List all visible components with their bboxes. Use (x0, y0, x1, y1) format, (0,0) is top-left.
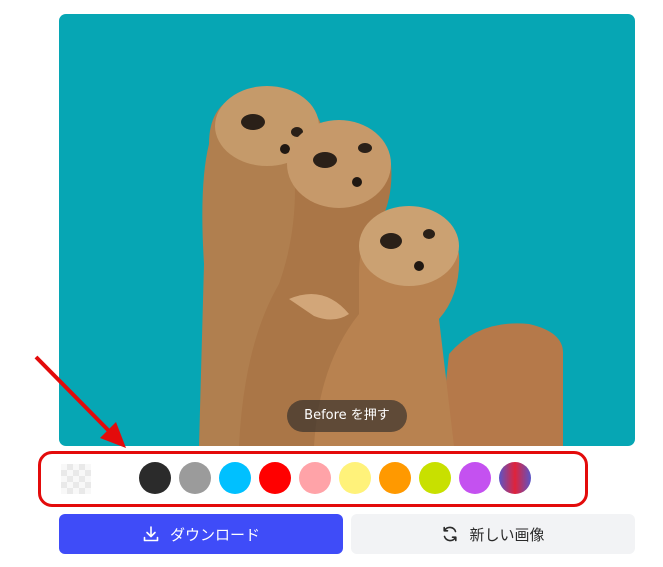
download-label: ダウンロード (169, 525, 260, 544)
new-image-label: 新しい画像 (469, 525, 545, 544)
refresh-icon (443, 526, 458, 542)
highlight-box (38, 451, 588, 507)
download-button[interactable]: ダウンロード (59, 514, 343, 554)
download-icon (143, 526, 159, 542)
meerkats-image (199, 86, 564, 446)
image-preview: Before を押す (59, 14, 635, 446)
before-hint: Before を押す (287, 400, 407, 432)
new-image-button[interactable]: 新しい画像 (351, 514, 635, 554)
